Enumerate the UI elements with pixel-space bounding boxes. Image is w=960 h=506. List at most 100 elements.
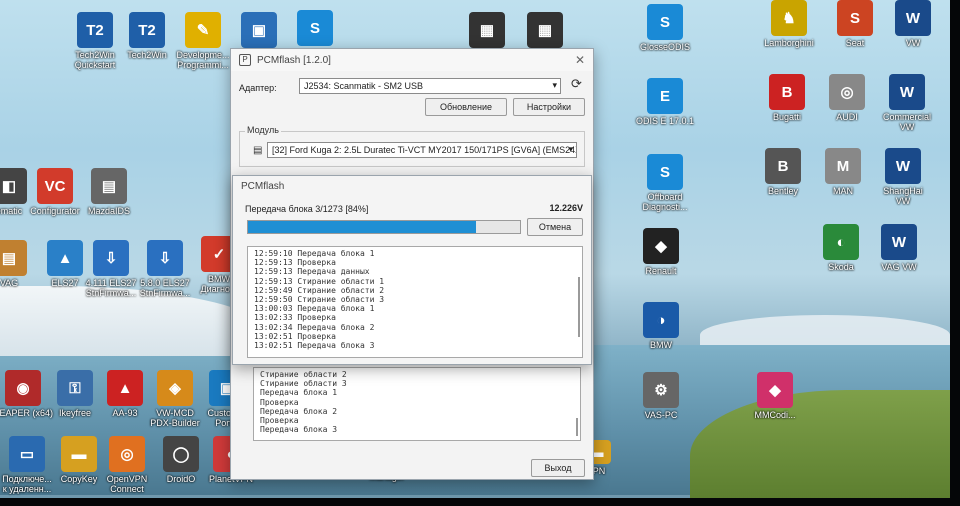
desktop-icon-label: VAG VW bbox=[881, 262, 917, 272]
desktop-icon-shanghai[interactable]: W ShangHai VW bbox=[868, 148, 938, 206]
app-icon: ▲ bbox=[107, 370, 143, 406]
app-icon: M bbox=[825, 148, 861, 184]
log-line: 12:59:13 Проверка bbox=[254, 258, 336, 268]
app-icon: B bbox=[765, 148, 801, 184]
log-line: 13:02:51 Передача блока 3 bbox=[254, 341, 375, 351]
desktop-icon-renault[interactable]: ◆ Renault bbox=[626, 228, 696, 276]
log-line: 13:02:33 Проверка bbox=[254, 313, 336, 323]
progress-log-panel[interactable]: 12:59:10 Передача блока 1 12:59:13 Провер… bbox=[247, 246, 583, 358]
adapter-select-value: J2534: Scanmatik - SM2 USB bbox=[304, 81, 424, 91]
app-icon: T2 bbox=[129, 12, 165, 48]
desktop-icon-label: Lamborghini bbox=[764, 38, 814, 48]
app-icon: S bbox=[297, 10, 333, 46]
app-icon: W bbox=[881, 224, 917, 260]
app-icon: ◈ bbox=[157, 370, 193, 406]
adapter-label: Адаптер: bbox=[239, 83, 277, 93]
desktop-icon-lamborghini[interactable]: ♞ Lamborghini bbox=[754, 0, 824, 48]
app-icon: ◐ bbox=[823, 224, 859, 260]
log-line: 13:02:51 Проверка bbox=[254, 331, 336, 341]
desktop-icon-offboard[interactable]: S Offboard Diagnosti... bbox=[630, 154, 700, 212]
desktop-icon-bmw[interactable]: ◑ BMW bbox=[626, 302, 696, 350]
desktop-icon-label: BMW bbox=[650, 340, 672, 350]
log-line: 12:59:10 Передача блока 1 bbox=[254, 249, 375, 258]
module-select[interactable]: [32] Ford Kuga 2: 2.5L Duratec Ti-VCT MY… bbox=[267, 142, 577, 158]
app-icon: ▤ bbox=[91, 168, 127, 204]
app-icon: ◎ bbox=[109, 436, 145, 472]
settings-button[interactable]: Настройки bbox=[513, 98, 585, 116]
log-scrollbar[interactable] bbox=[576, 418, 578, 436]
log-line: Проверка bbox=[260, 397, 299, 407]
app-icon: W bbox=[885, 148, 921, 184]
app-icon: ▦ bbox=[527, 12, 563, 48]
desktop-icon-mazdaids[interactable]: ▤ MazdaIDS bbox=[74, 168, 144, 216]
app-icon: S bbox=[647, 154, 683, 190]
adapter-select[interactable]: J2534: Scanmatik - SM2 USB ▾ bbox=[299, 78, 561, 94]
app-icon: ◉ bbox=[5, 370, 41, 406]
transfer-progress-bar bbox=[247, 220, 521, 234]
log-scrollbar[interactable] bbox=[578, 277, 580, 337]
app-icon: B bbox=[769, 74, 805, 110]
app-icon: ◆ bbox=[757, 372, 793, 408]
log-line: 12:59:50 Стирание области 3 bbox=[254, 295, 385, 305]
app-icon: VC bbox=[37, 168, 73, 204]
log-line: Стирание области 2 bbox=[260, 370, 347, 379]
log-line: 12:59:13 Стирание области 1 bbox=[254, 276, 385, 286]
app-icon: E bbox=[647, 78, 683, 114]
desktop-icon-vw[interactable]: W VW bbox=[878, 0, 948, 48]
voltage-readout: 12.226V bbox=[549, 203, 583, 213]
exit-button[interactable]: Выход bbox=[531, 459, 585, 477]
transfer-status-text: Передача блока 3/1273 [84%] bbox=[245, 204, 369, 214]
window-titlebar[interactable]: P PCMflash [1.2.0] ✕ bbox=[231, 49, 593, 71]
app-icon: ◑ bbox=[643, 302, 679, 338]
module-chip-icon: ▤ bbox=[253, 145, 263, 156]
cancel-button[interactable]: Отмена bbox=[527, 218, 583, 236]
app-icon: ◆ bbox=[643, 228, 679, 264]
desktop-icon-vas-pc[interactable]: ⚙ VAS-PC bbox=[626, 372, 696, 420]
app-icon: ✎ bbox=[185, 12, 221, 48]
app-icon: ◯ bbox=[163, 436, 199, 472]
refresh-button[interactable]: Обновление bbox=[425, 98, 507, 116]
app-icon: W bbox=[889, 74, 925, 110]
desktop-icon-label: Renault bbox=[645, 266, 677, 276]
refresh-icon[interactable]: ⟳ bbox=[571, 76, 582, 92]
app-icon: ▤ bbox=[0, 240, 27, 276]
progress-dialog: PCMflash Передача блока 3/1273 [84%] 12.… bbox=[232, 175, 592, 365]
desktop-icon-glosseodis[interactable]: S GlosseODIS bbox=[630, 4, 700, 52]
desktop-icon-label: Developme... Programmi... bbox=[176, 50, 230, 70]
monitor-bezel-bottom bbox=[0, 498, 960, 506]
desktop-icon-label: MMCodi... bbox=[754, 410, 796, 420]
app-icon: ⚙ bbox=[643, 372, 679, 408]
desktop-icon-label: Commercial VW bbox=[882, 112, 931, 132]
close-icon[interactable]: ✕ bbox=[575, 53, 585, 67]
desktop-icon-commercial[interactable]: W Commercial VW bbox=[872, 74, 942, 132]
main-log-panel[interactable]: Стирание области 2 Стирание области 3 Пере… bbox=[253, 367, 581, 441]
dialog-title: PCMflash bbox=[241, 180, 285, 192]
desktop-icon-mmcodi[interactable]: ◆ MMCodi... bbox=[740, 372, 810, 420]
desktop-icon-odis-e-17-0-1[interactable]: E ODIS E 17.0.1 bbox=[630, 78, 700, 126]
log-line: Передача блока 3 bbox=[260, 425, 338, 435]
log-line: Проверка bbox=[260, 416, 299, 426]
app-icon: ⇩ bbox=[147, 240, 183, 276]
log-line: Передача блока 1 bbox=[260, 388, 338, 398]
desktop-icon-icon[interactable]: S bbox=[280, 10, 350, 48]
log-line: 12:59:13 Передача данных bbox=[254, 267, 370, 277]
desktop-icon-label: GlosseODIS bbox=[639, 42, 690, 52]
app-icon: T2 bbox=[77, 12, 113, 48]
desktop-icon-icon[interactable]: ▦ bbox=[510, 12, 580, 50]
app-icon: P bbox=[239, 54, 251, 66]
desktop-icon-label: Offboard Diagnosti... bbox=[642, 192, 688, 212]
app-icon: ◎ bbox=[829, 74, 865, 110]
app-icon: ▦ bbox=[469, 12, 505, 48]
log-line: 13:02:34 Передача блока 2 bbox=[254, 322, 375, 332]
app-icon: ⚿ bbox=[57, 370, 93, 406]
desktop-icon-vag-vw[interactable]: W VAG VW bbox=[864, 224, 934, 272]
dialog-titlebar[interactable]: PCMflash bbox=[233, 176, 591, 196]
window-title: PCMflash [1.2.0] bbox=[257, 54, 331, 66]
chevron-down-icon: ▾ bbox=[568, 144, 573, 154]
desktop-icon-label: VAS-PC bbox=[644, 410, 678, 420]
desktop-icon-label: ShangHai VW bbox=[883, 186, 923, 206]
desktop-icon-label: ODIS E 17.0.1 bbox=[635, 116, 695, 126]
app-icon: ⇩ bbox=[93, 240, 129, 276]
log-line: Передача блока 2 bbox=[260, 406, 338, 416]
monitor-bezel-right bbox=[950, 0, 960, 506]
